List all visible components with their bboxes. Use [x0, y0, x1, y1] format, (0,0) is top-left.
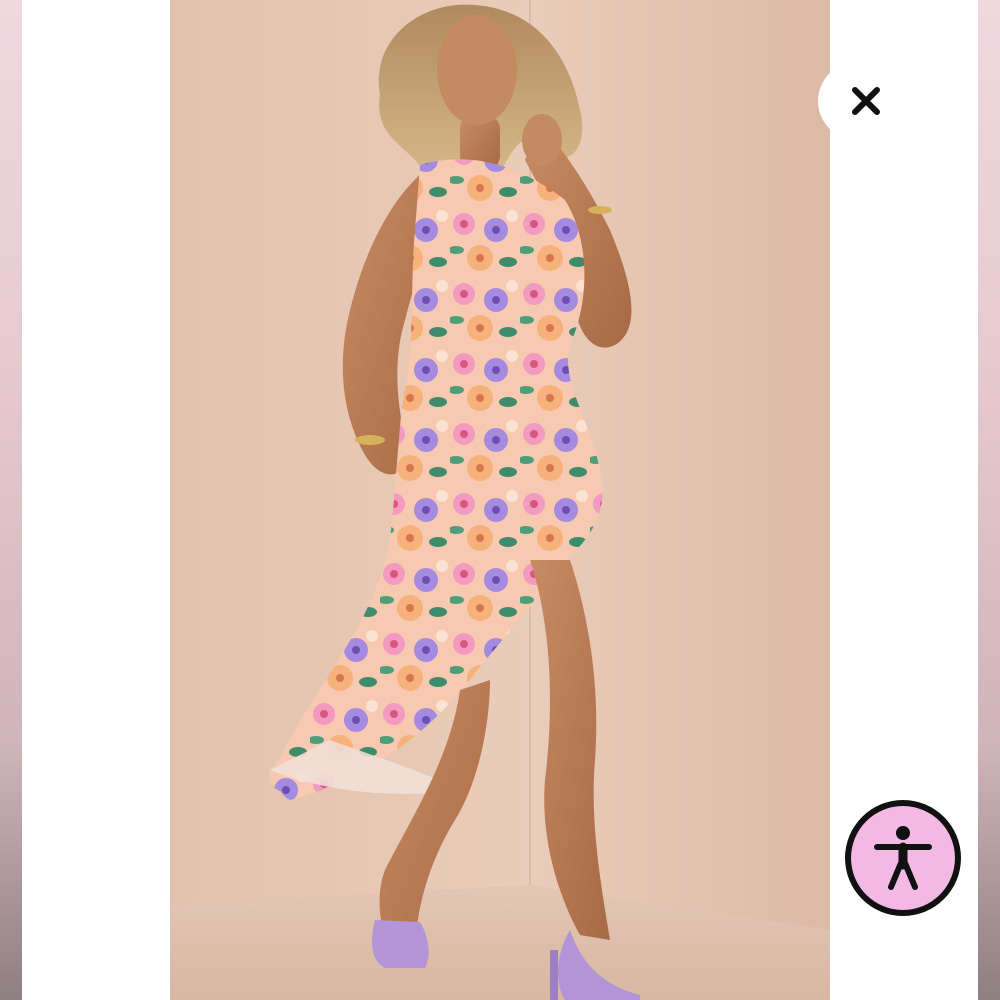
close-button[interactable] — [818, 62, 918, 140]
accessibility-button[interactable] — [845, 800, 961, 916]
close-icon — [852, 87, 880, 115]
accessibility-person-icon — [874, 826, 932, 890]
image-lightbox — [0, 0, 1000, 1000]
backdrop-edge-left — [0, 0, 22, 1000]
product-photo — [170, 0, 830, 1000]
accessibility-button-face — [851, 806, 955, 910]
backdrop-edge-right — [978, 0, 1000, 1000]
